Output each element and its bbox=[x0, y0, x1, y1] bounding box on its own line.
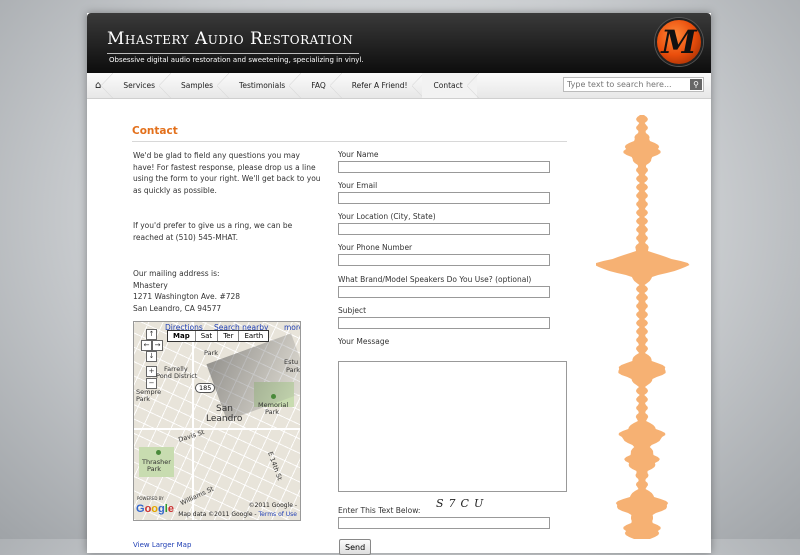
nav-label: Contact bbox=[433, 81, 463, 90]
page-title: Contact bbox=[132, 125, 178, 137]
phone-field[interactable] bbox=[338, 254, 550, 266]
title-divider bbox=[132, 141, 567, 142]
phone-text: If you'd prefer to give us a ring, we ca… bbox=[133, 221, 293, 242]
intro-text: We'd be glad to field any questions you … bbox=[133, 151, 321, 195]
speakers-label: What Brand/Model Speakers Do You Use? (o… bbox=[338, 275, 532, 284]
park-marker-icon bbox=[156, 450, 161, 455]
map-label: Estu bbox=[284, 358, 299, 366]
nav-item-samples[interactable]: Samples bbox=[169, 73, 230, 98]
phone-label: Your Phone Number bbox=[338, 243, 413, 252]
map-type-ter[interactable]: Ter bbox=[217, 331, 238, 341]
site-title[interactable]: Mhastery Audio Restoration bbox=[107, 29, 353, 49]
message-label: Your Message bbox=[338, 337, 390, 346]
subject-label: Subject bbox=[338, 306, 367, 315]
map-label: Park bbox=[204, 349, 219, 357]
highway-shield: 185 bbox=[195, 383, 216, 393]
nav-item-faq[interactable]: FAQ bbox=[299, 73, 342, 98]
name-field[interactable] bbox=[338, 161, 550, 173]
address-line: San Leandro, CA 94577 bbox=[133, 303, 222, 313]
address-line: 1271 Washington Ave. #728 bbox=[133, 292, 241, 301]
map-city-label: San bbox=[216, 404, 233, 414]
audio-waveform-graphic bbox=[596, 115, 690, 539]
map-type-sat[interactable]: Sat bbox=[194, 331, 217, 341]
pan-down-icon[interactable]: ↓ bbox=[146, 351, 157, 362]
site-logo[interactable]: M bbox=[655, 18, 703, 66]
nav-item-testimonials[interactable]: Testimonials bbox=[227, 73, 302, 98]
map-city-label: Leandro bbox=[206, 414, 243, 424]
nav-label: FAQ bbox=[311, 81, 326, 90]
waveform-shapes bbox=[596, 115, 690, 539]
map-attribution: ©2011 Google - Map data ©2011 Google - T… bbox=[178, 501, 297, 519]
email-field[interactable] bbox=[338, 192, 550, 204]
subject-field[interactable] bbox=[338, 317, 550, 329]
address-line: Mhastery bbox=[133, 280, 168, 290]
title-underline bbox=[107, 53, 359, 54]
powered-by-label: POWERED BY bbox=[137, 496, 164, 501]
name-label: Your Name bbox=[338, 150, 379, 159]
map-street-label: Davis St bbox=[177, 428, 206, 444]
mailing-address: Our mailing address is: Mhastery 1271 Wa… bbox=[133, 268, 323, 314]
pan-left-icon[interactable]: ← bbox=[141, 340, 152, 351]
pan-up-icon[interactable]: ↑ bbox=[146, 329, 157, 340]
logo-letter: M bbox=[661, 23, 697, 61]
google-map[interactable]: Directions Search nearby more Map Sat Te… bbox=[133, 321, 301, 521]
map-data-credit: Map data ©2011 Google - bbox=[178, 511, 257, 518]
nav-item-contact[interactable]: Contact bbox=[421, 73, 479, 98]
nav-label: Refer A Friend! bbox=[351, 81, 408, 90]
search-box: ⚲ bbox=[563, 77, 704, 92]
email-label: Your Email bbox=[338, 181, 378, 190]
nav-label: Testimonials bbox=[239, 81, 286, 90]
main-nav: ⌂ Services Samples Testimonials FAQ Refe… bbox=[87, 73, 711, 99]
map-label: Park bbox=[265, 408, 280, 416]
nav-item-refer-a-friend[interactable]: Refer A Friend! bbox=[340, 73, 424, 98]
map-copyright: ©2011 Google - bbox=[248, 502, 297, 509]
map-label: Park bbox=[136, 395, 151, 403]
terms-of-use-link[interactable]: Terms of Use bbox=[259, 511, 297, 518]
map-type-earth[interactable]: Earth bbox=[238, 331, 268, 341]
location-label: Your Location (City, State) bbox=[338, 212, 436, 221]
nav-label: Samples bbox=[181, 81, 214, 90]
search-input[interactable] bbox=[564, 78, 687, 91]
view-larger-map-link[interactable]: View Larger Map bbox=[133, 541, 191, 549]
map-label: Park bbox=[147, 465, 162, 473]
home-icon: ⌂ bbox=[95, 80, 102, 91]
site-header: Mhastery Audio Restoration Obsessive dig… bbox=[87, 13, 711, 73]
captcha-image: S7CU bbox=[436, 497, 489, 510]
map-street-label: E 14th St bbox=[266, 450, 284, 482]
site-tagline: Obsessive digital audio restoration and … bbox=[109, 56, 364, 64]
waveform-shape bbox=[596, 115, 690, 539]
pan-right-icon[interactable]: → bbox=[152, 340, 163, 351]
location-field[interactable] bbox=[338, 223, 550, 235]
map-label: Park bbox=[286, 366, 301, 374]
mailing-intro: Our mailing address is: bbox=[133, 269, 220, 278]
map-type-bar: Map Sat Ter Earth bbox=[167, 330, 270, 342]
message-textarea[interactable] bbox=[338, 361, 567, 492]
map-type-map[interactable]: Map bbox=[168, 331, 195, 341]
nav-item-services[interactable]: Services bbox=[111, 73, 171, 98]
captcha-field[interactable] bbox=[338, 517, 550, 529]
search-go-icon[interactable]: ⚲ bbox=[690, 79, 702, 90]
map-label: Pond District bbox=[156, 372, 198, 380]
map-more-link[interactable]: more bbox=[284, 323, 300, 332]
google-logo[interactable]: Google bbox=[136, 503, 174, 515]
nav-label: Services bbox=[123, 81, 155, 90]
park-marker-icon bbox=[271, 394, 276, 399]
speakers-field[interactable] bbox=[338, 286, 550, 298]
captcha-label: Enter This Text Below: bbox=[338, 506, 421, 515]
send-button[interactable]: Send bbox=[339, 539, 372, 555]
nav-home[interactable]: ⌂ bbox=[87, 73, 114, 98]
